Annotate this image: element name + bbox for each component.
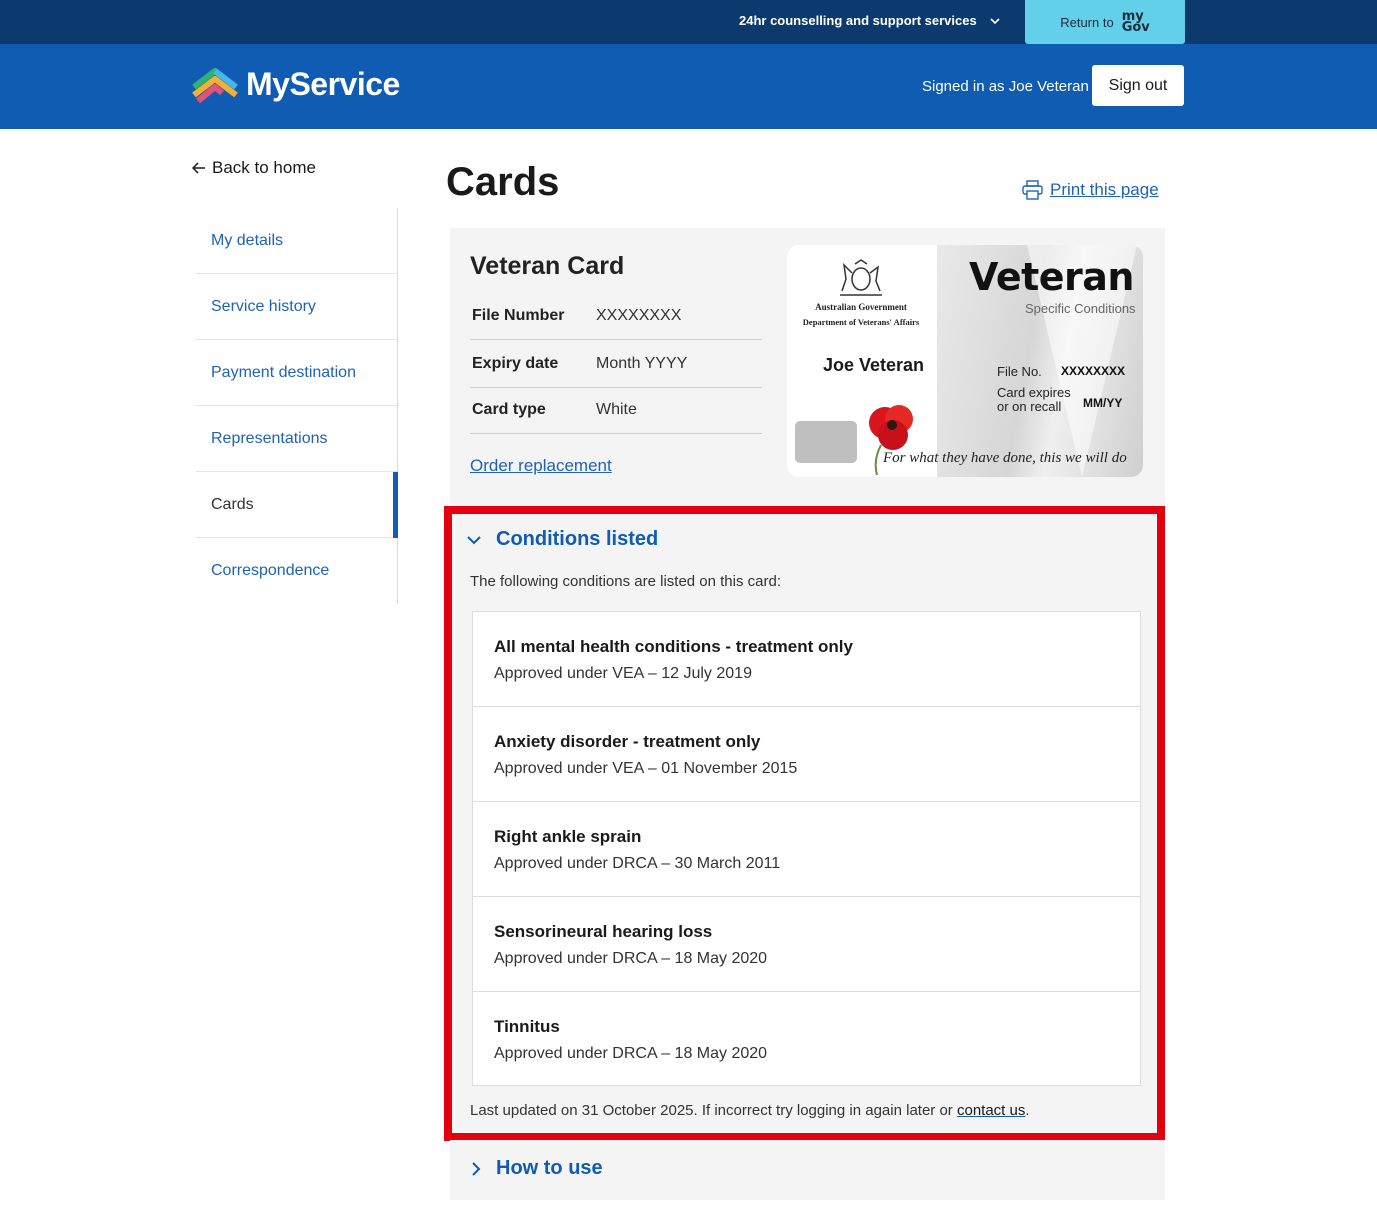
card-detail-row: File Number XXXXXXXX <box>470 292 762 340</box>
sidebar-item-payment-destination[interactable]: Payment destination <box>196 340 397 406</box>
condition-detail: Approved under DRCA – 18 May 2020 <box>494 950 768 967</box>
sidebar-item-label: My details <box>211 231 284 249</box>
card-holder-name: Joe Veteran <box>823 355 925 375</box>
card-title: Veteran Card <box>470 252 625 280</box>
sidebar-item-my-details[interactable]: My details <box>196 208 397 274</box>
contact-us-link[interactable]: contact us <box>957 1102 1025 1119</box>
list-item: Anxiety disorder - treatment only Approv… <box>473 707 1140 802</box>
card-expires-value: MM/YY <box>1083 396 1123 410</box>
return-to-label: Return to <box>1060 14 1114 30</box>
sidebar-item-label: Representations <box>211 429 328 447</box>
card-motto: For what they have done, this we will do <box>883 450 1127 466</box>
conditions-accordion-toggle[interactable]: Conditions listed <box>466 528 658 551</box>
condition-detail: Approved under VEA – 01 November 2015 <box>494 760 798 777</box>
print-page-link[interactable]: Print this page <box>1022 180 1159 200</box>
printer-icon <box>1022 180 1043 200</box>
condition-title: All mental health conditions - treatment… <box>494 637 853 656</box>
chevron-right-icon <box>472 1161 481 1176</box>
conditions-accordion: Conditions listed The following conditio… <box>452 514 1157 1133</box>
card-gov-line1: Australian Government <box>815 302 907 312</box>
coat-of-arms-icon <box>840 259 882 296</box>
last-updated-suffix: . <box>1025 1102 1030 1119</box>
condition-detail: Approved under DRCA – 18 May 2020 <box>494 1045 768 1062</box>
chevron-down-icon <box>467 535 481 544</box>
card-mini-logo <box>795 421 857 463</box>
condition-title: Sensorineural hearing loss <box>494 922 713 941</box>
conditions-intro: The following conditions are listed on t… <box>470 573 782 590</box>
card-detail-row: Card type White <box>470 386 762 434</box>
condition-title: Right ankle sprain <box>494 827 642 846</box>
conditions-heading: Conditions listed <box>496 528 659 550</box>
sidebar-item-label: Cards <box>211 495 254 513</box>
card-detail-key: File Number <box>472 306 565 324</box>
card-file-label: File No. <box>997 364 1042 379</box>
sidebar-nav: My details Service history Payment desti… <box>196 208 398 604</box>
card-file-value: XXXXXXXX <box>1061 364 1126 378</box>
brand-link[interactable]: MyService <box>192 66 400 103</box>
site-header: MyService Signed in as Joe Veteran Sign … <box>0 44 1377 129</box>
back-to-home-link[interactable]: Back to home <box>192 158 316 178</box>
list-item: Right ankle sprain Approved under DRCA –… <box>473 802 1140 897</box>
order-replacement-link[interactable]: Order replacement <box>470 456 612 476</box>
sign-out-button[interactable]: Sign out <box>1092 65 1184 106</box>
list-item: All mental health conditions - treatment… <box>473 612 1140 707</box>
card-subheading: Specific Conditions <box>1025 301 1136 316</box>
veteran-card-panel: Veteran Card File Number XXXXXXXX Expiry… <box>450 228 1165 508</box>
sidebar-item-cards[interactable]: Cards <box>196 472 398 538</box>
sidebar-item-correspondence[interactable]: Correspondence <box>196 538 397 604</box>
return-to-mygov-button[interactable]: Return to my Gov <box>1025 0 1185 44</box>
veteran-card-image: Australian Government Department of Vete… <box>787 245 1143 477</box>
last-updated-text: Last updated on 31 October 2025. If inco… <box>470 1102 1030 1119</box>
sidebar-item-label: Payment destination <box>211 363 356 381</box>
card-detail-key: Expiry date <box>472 354 559 372</box>
arrow-left-icon <box>192 162 205 174</box>
last-updated-prefix: Last updated on 31 October 2025. If inco… <box>470 1102 953 1119</box>
how-to-use-heading: How to use <box>496 1157 603 1179</box>
myservice-logo-icon <box>192 67 238 103</box>
conditions-list: All mental health conditions - treatment… <box>472 611 1141 1086</box>
support-services-label: 24hr counselling and support services <box>739 13 977 28</box>
card-detail-value: Month YYYY <box>596 354 688 372</box>
page-title: Cards <box>446 160 560 204</box>
signed-in-text: Signed in as Joe Veteran <box>922 78 1089 95</box>
sidebar-item-representations[interactable]: Representations <box>196 406 397 472</box>
sidebar-item-label: Service history <box>211 297 316 315</box>
support-services-dropdown[interactable]: 24hr counselling and support services <box>739 13 1001 28</box>
card-detail-value: White <box>596 400 637 418</box>
card-detail-value: XXXXXXXX <box>596 306 682 324</box>
mygov-logo-bottom: Gov <box>1121 20 1150 35</box>
how-to-use-toggle[interactable]: How to use <box>470 1157 603 1180</box>
list-item: Tinnitus Approved under DRCA – 18 May 20… <box>473 992 1140 1085</box>
card-gov-line2: Department of Veterans' Affairs <box>802 317 920 327</box>
how-to-use-accordion: How to use <box>450 1140 1165 1200</box>
brand-name: MyService <box>246 66 400 102</box>
card-detail-row: Expiry date Month YYYY <box>470 340 762 388</box>
condition-detail: Approved under VEA – 12 July 2019 <box>494 665 752 682</box>
chevron-down-icon <box>990 17 1000 24</box>
back-to-home-label: Back to home <box>212 158 316 177</box>
mygov-logo: my Gov <box>1121 10 1150 35</box>
card-expires-label: Card expires or on recall <box>997 385 1071 414</box>
condition-title: Anxiety disorder - treatment only <box>494 732 761 751</box>
print-page-label: Print this page <box>1050 180 1159 199</box>
condition-detail: Approved under DRCA – 30 March 2011 <box>494 855 781 872</box>
sidebar-item-label: Correspondence <box>211 562 330 579</box>
condition-title: Tinnitus <box>494 1017 560 1036</box>
list-item: Sensorineural hearing loss Approved unde… <box>473 897 1140 992</box>
card-heading: Veteran <box>969 255 1134 299</box>
sidebar-item-service-history[interactable]: Service history <box>196 274 397 340</box>
card-detail-key: Card type <box>472 400 546 418</box>
top-utility-bar: 24hr counselling and support services Re… <box>0 0 1377 44</box>
